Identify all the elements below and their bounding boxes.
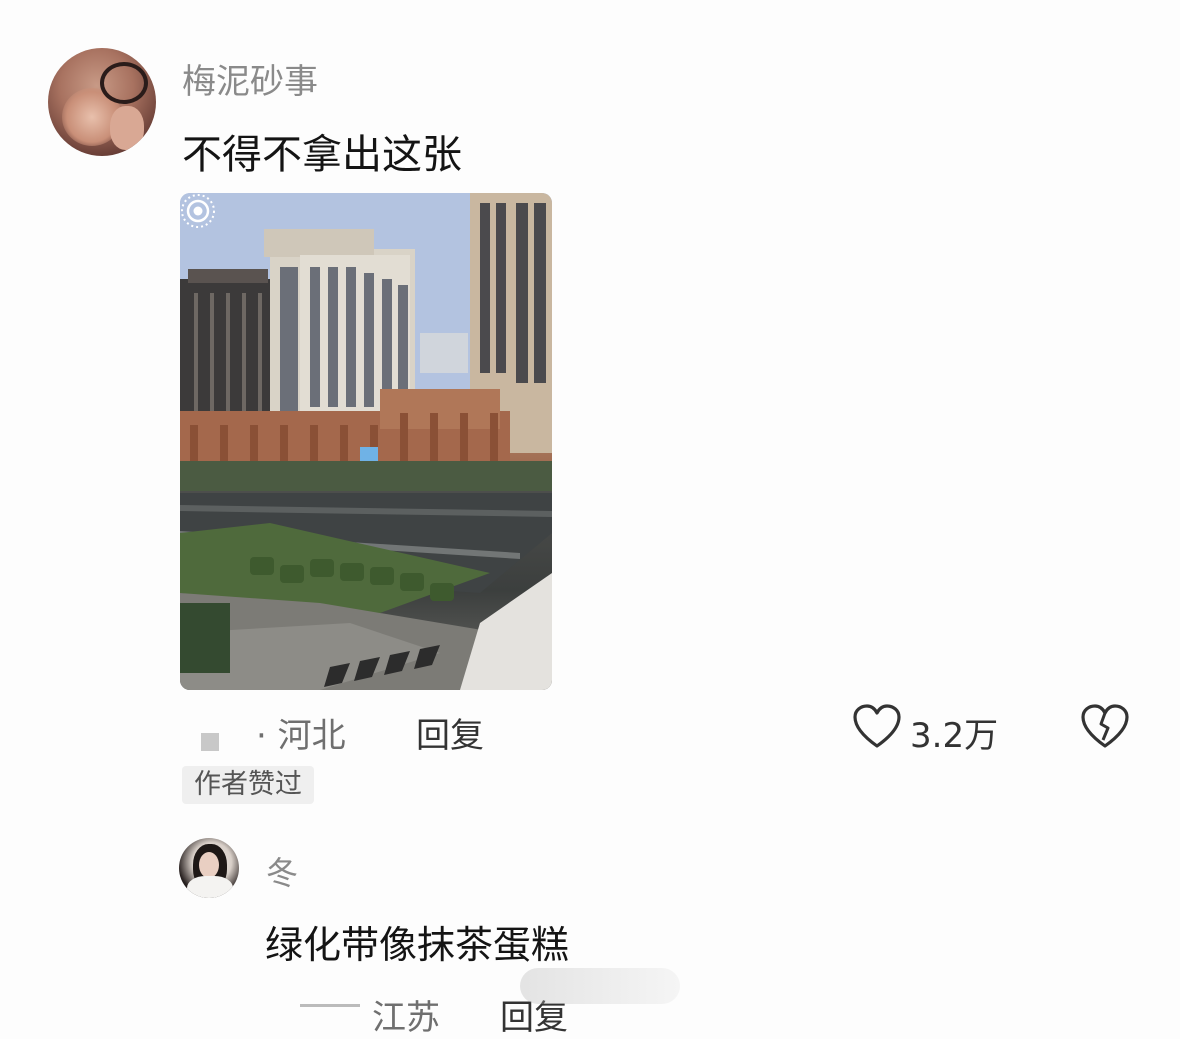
comment-text: 不得不拿出这张 [182, 132, 462, 178]
reply-username[interactable]: 冬 [266, 848, 298, 894]
reply-location: 江苏 [372, 998, 440, 1038]
reply-avatar[interactable] [179, 838, 239, 898]
reply-button[interactable]: 回复 [416, 708, 484, 757]
commenter-avatar[interactable] [48, 48, 156, 156]
watermark [520, 968, 680, 1004]
like-count: 3.2万 [910, 716, 999, 756]
commenter-username[interactable]: 梅泥砂事 [182, 54, 318, 103]
reply-text: 绿化带像抹茶蛋糕 [265, 923, 570, 967]
comment-location: · 河北 [256, 716, 346, 756]
cut-divider [300, 1004, 360, 1007]
author-liked-badge: 作者赞过 [182, 766, 314, 804]
broken-heart-icon[interactable] [1080, 704, 1130, 750]
heart-outline-icon[interactable] [852, 704, 902, 750]
comment-photo[interactable] [180, 193, 552, 690]
placeholder-square [201, 733, 219, 751]
live-photo-icon [181, 194, 215, 228]
